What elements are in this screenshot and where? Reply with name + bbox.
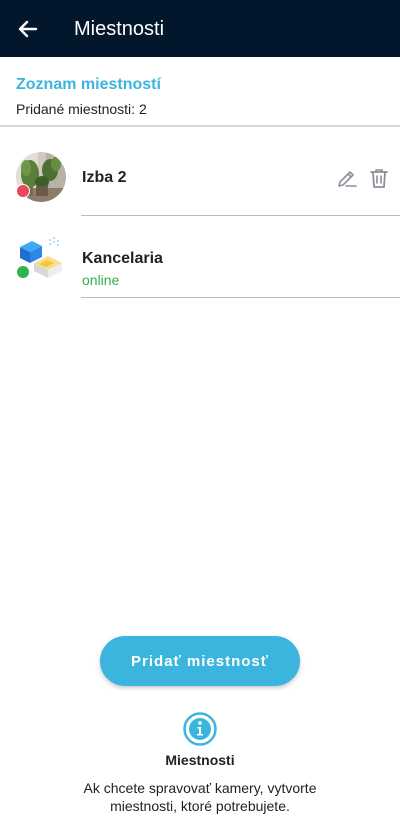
add-room-button[interactable]: Pridať miestnosť [100,636,300,686]
arrow-left-icon [18,20,38,38]
rooms-count: Pridané miestnosti: 2 [16,101,147,117]
trash-icon [370,169,388,188]
app-screen: Miestnosti Zoznam miestností Pridané mie… [0,0,400,830]
row-divider [81,297,400,298]
info-title: Miestnosti [165,752,235,768]
room-name: Kancelaria [82,250,163,267]
page-title: Miestnosti [74,18,165,40]
room-name: Izba 2 [82,169,127,186]
delete-button[interactable] [366,165,392,191]
room-list-item[interactable]: Izba 2 [0,135,400,217]
edit-button[interactable] [334,165,360,191]
info-icon [183,712,217,746]
status-dot-offline [16,184,30,198]
top-app-bar: Miestnosti [0,0,400,57]
section-title: Zoznam miestností [16,76,161,93]
room-avatar [16,152,66,202]
room-status: online [82,272,120,288]
room-list-item[interactable]: Kancelaria online [0,217,400,299]
row-divider [81,215,400,216]
status-dot-online [16,265,30,279]
info-description: Ak chcete spravovať kamery, vytvorte mie… [83,780,317,814]
rooms-section-header: Zoznam miestností Pridané miestnosti: 2 [0,57,400,127]
edit-icon [338,171,357,187]
back-button[interactable] [12,13,44,45]
room-avatar [16,233,66,283]
